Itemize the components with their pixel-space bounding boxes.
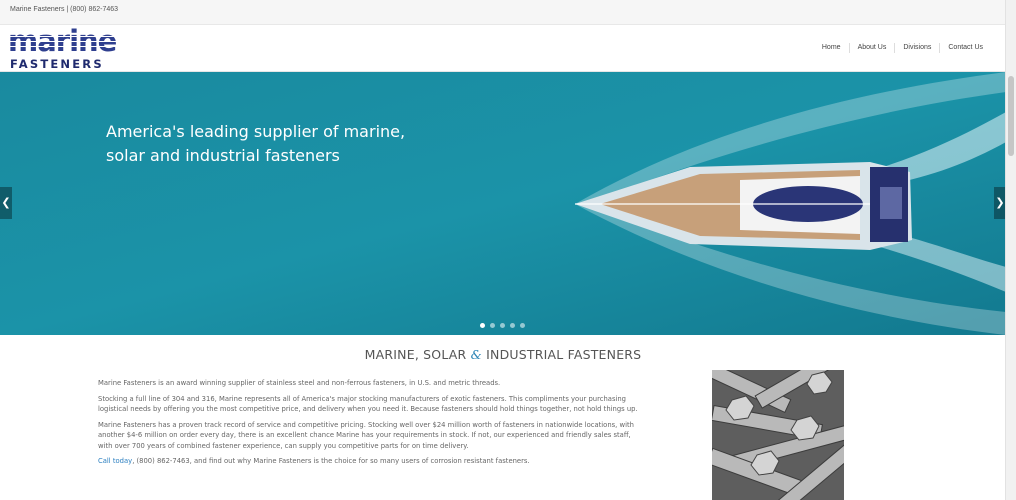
logo-subtitle: FASTENERS	[10, 57, 104, 71]
slider-dots	[480, 323, 525, 328]
intro-content: Marine Fasteners is an award winning sup…	[98, 378, 638, 472]
hero-slider[interactable]: America's leading supplier of marine, so…	[0, 72, 1006, 335]
slider-dot-5[interactable]	[520, 323, 525, 328]
site-header: marine FASTENERS Home About Us Divisions…	[0, 25, 1006, 72]
company-phone-text: Marine Fasteners | (800) 862-7463	[10, 6, 119, 13]
intro-paragraph-1: Marine Fasteners is an award winning sup…	[98, 379, 501, 387]
nav-divisions[interactable]: Divisions	[894, 43, 939, 53]
intro-paragraph-2: Stocking a full line of 304 and 316, Mar…	[98, 394, 638, 414]
call-today-link[interactable]: Call today	[98, 457, 132, 465]
fasteners-image	[712, 370, 844, 500]
section-title: MARINE, SOLAR & INDUSTRIAL FASTENERS	[364, 347, 642, 362]
slider-dot-3[interactable]	[500, 323, 505, 328]
hero-headline: America's leading supplier of marine, so…	[106, 122, 406, 165]
scrollbar-thumb[interactable]	[1008, 76, 1014, 156]
page-scrollbar[interactable]	[1005, 0, 1016, 500]
sailboat-image	[0, 72, 1006, 335]
nav-about-us[interactable]: About Us	[848, 43, 895, 53]
slider-dot-2[interactable]	[490, 323, 495, 328]
slider-dot-1[interactable]	[480, 323, 485, 328]
company-logo[interactable]: marine FASTENERS	[8, 27, 140, 71]
slider-dot-4[interactable]	[510, 323, 515, 328]
chevron-left-icon[interactable]: ❮	[0, 187, 12, 219]
top-bar: Marine Fasteners | (800) 862-7463	[0, 0, 1006, 25]
nav-contact-us[interactable]: Contact Us	[939, 43, 991, 53]
intro-paragraph-4: Call today, (800) 862-7463, and find out…	[98, 457, 530, 465]
ampersand: &	[470, 347, 482, 362]
intro-paragraph-3: Marine Fasteners has a proven track reco…	[98, 420, 634, 450]
main-nav: Home About Us Divisions Contact Us	[814, 43, 991, 53]
nav-home[interactable]: Home	[814, 43, 849, 53]
